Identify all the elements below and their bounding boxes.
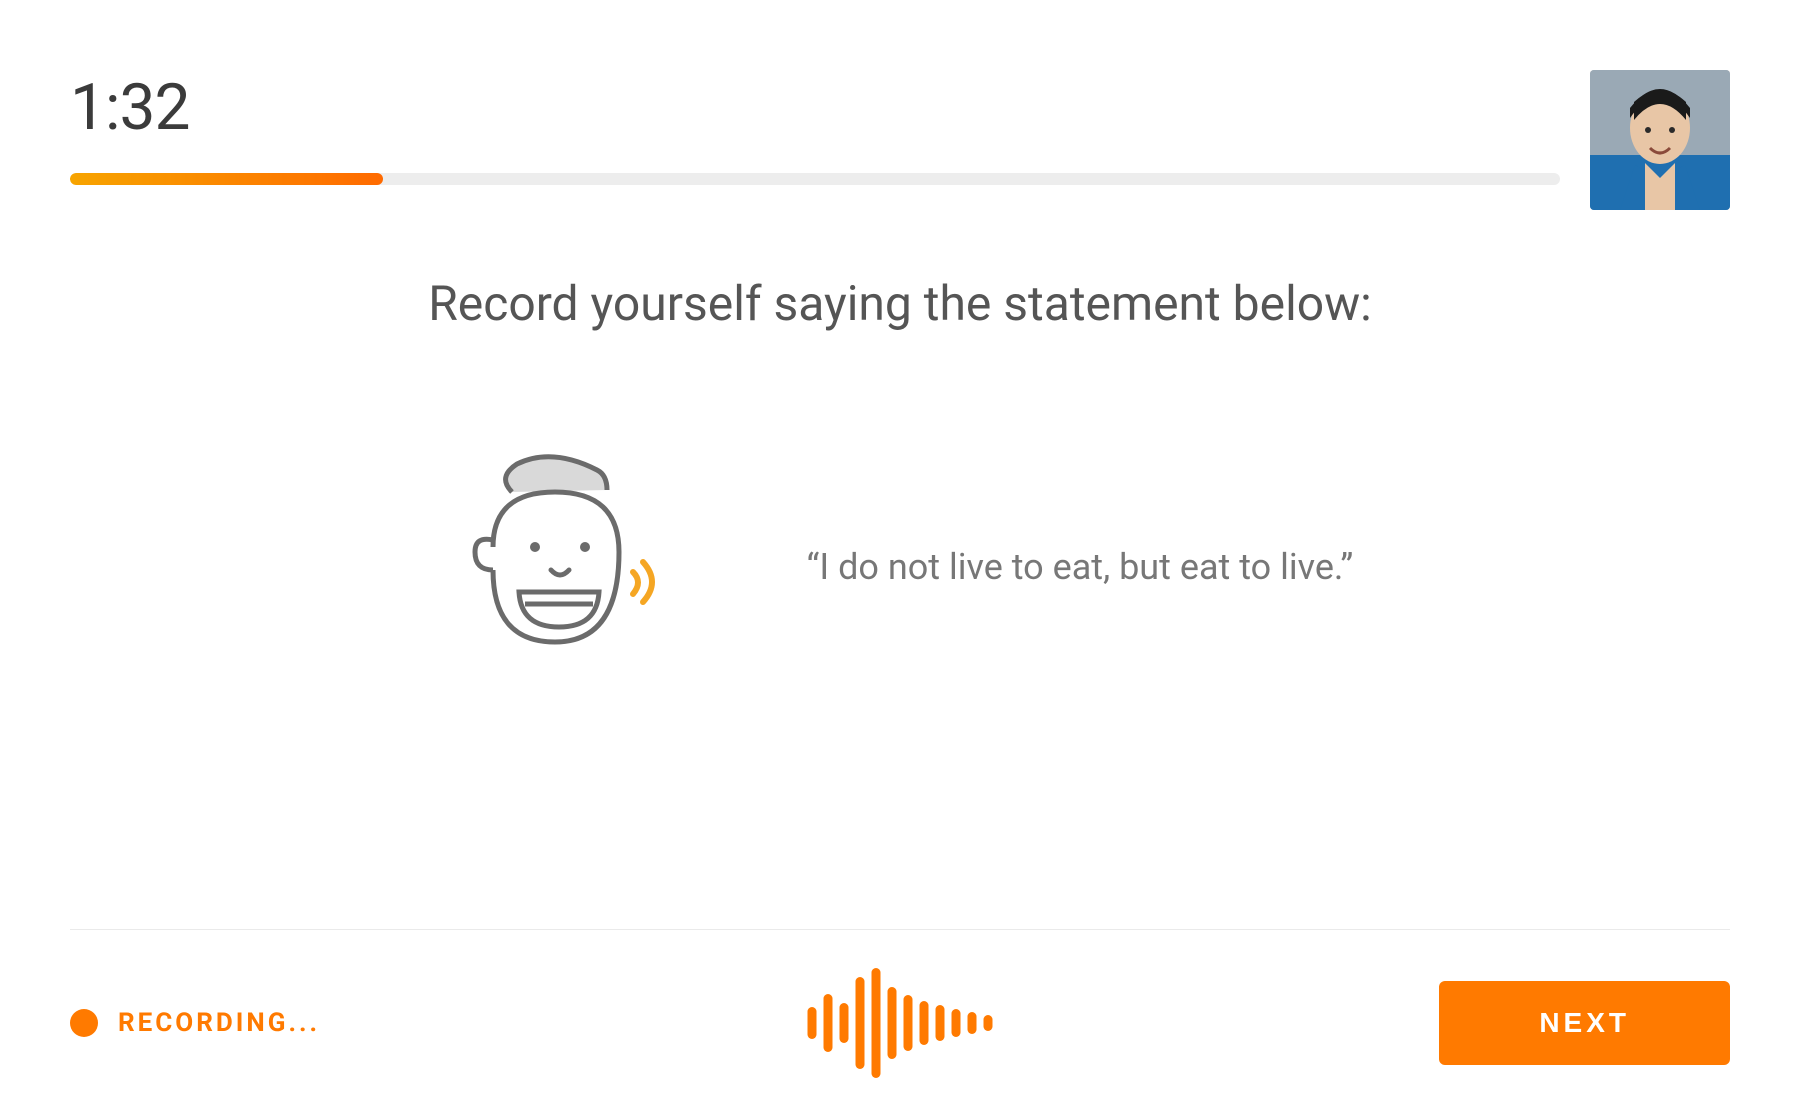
wave-bar [808, 1007, 817, 1039]
user-avatar[interactable] [1590, 70, 1730, 210]
progress-fill [70, 173, 383, 185]
app-container: 1:32 Record yourself saying the statemen… [0, 0, 1800, 1118]
prompt-row: “I do not live to eat, but eat to live.” [447, 452, 1354, 682]
waveform-icon [808, 968, 993, 1078]
wave-bar [824, 994, 833, 1052]
statement-text: “I do not live to eat, but eat to live.” [807, 546, 1354, 588]
recording-status: RECORDING... [70, 1008, 320, 1038]
header: 1:32 [70, 70, 1730, 145]
instruction-text: Record yourself saying the statement bel… [428, 275, 1372, 332]
wave-bar [968, 1012, 977, 1034]
footer-divider [70, 929, 1730, 930]
next-button[interactable]: NEXT [1439, 981, 1730, 1065]
wave-bar [952, 1009, 961, 1037]
timer-display: 1:32 [70, 70, 189, 145]
wave-bar [840, 1003, 849, 1043]
wave-bar [904, 995, 913, 1051]
avatar-icon [1590, 70, 1730, 210]
speaking-face-icon [447, 452, 717, 682]
wave-bar [920, 1001, 929, 1045]
wave-bar [856, 977, 865, 1069]
main-content: Record yourself saying the statement bel… [70, 185, 1730, 929]
wave-bar [984, 1015, 993, 1031]
record-indicator-icon [70, 1009, 98, 1037]
wave-bar [888, 987, 897, 1059]
wave-bar [936, 1005, 945, 1041]
wave-bar [872, 968, 881, 1078]
footer: RECORDING... NEXT [70, 978, 1730, 1068]
progress-bar [70, 173, 1560, 185]
recording-label: RECORDING... [118, 1008, 320, 1038]
